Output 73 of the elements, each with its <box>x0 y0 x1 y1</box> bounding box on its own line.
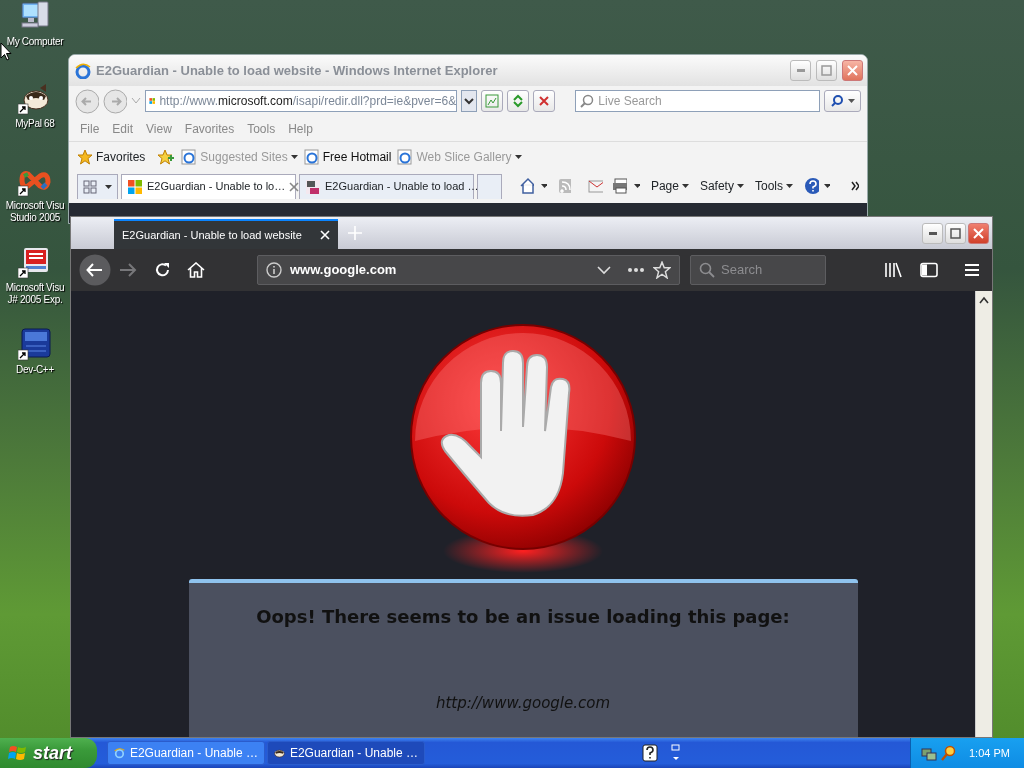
search-icon <box>699 262 715 278</box>
refresh-icon[interactable] <box>513 94 523 108</box>
info-icon[interactable] <box>266 262 282 278</box>
ide-tile-icon[interactable] <box>18 328 52 362</box>
network-icon[interactable] <box>921 745 937 761</box>
printer-icon[interactable] <box>612 178 628 194</box>
caret-icon[interactable] <box>736 184 744 188</box>
chevron-icon[interactable] <box>850 181 859 191</box>
desktop-icon-label[interactable]: MyPal 68 <box>15 118 55 130</box>
taskbar-button[interactable]: E2Guardian - Unable … <box>267 741 425 765</box>
caret-icon[interactable] <box>681 184 689 188</box>
site-favicon-icon <box>127 178 143 195</box>
more-icon[interactable] <box>627 267 645 273</box>
back-button[interactable] <box>79 254 111 286</box>
desktop-icon-label[interactable]: Dev-C++ <box>16 364 54 376</box>
sidebar-icon[interactable] <box>920 262 938 278</box>
browser-e-icon <box>75 62 91 79</box>
minimize-button[interactable] <box>922 222 943 244</box>
close-icon[interactable] <box>539 96 550 106</box>
caret-icon[interactable] <box>848 99 856 103</box>
site-favicon-icon <box>305 178 321 195</box>
search-icon[interactable] <box>830 94 845 108</box>
toolbar-menu[interactable]: Tools <box>754 177 793 195</box>
caret-icon[interactable] <box>785 184 793 188</box>
search-icon[interactable] <box>941 745 957 761</box>
close-button[interactable] <box>968 222 989 244</box>
window-title: E2Guardian - Unable to load website - Windows Internet Explorer <box>96 61 499 80</box>
home-icon[interactable] <box>519 177 535 195</box>
raccoon-icon[interactable] <box>18 82 52 116</box>
blocked-url: http://www.google.com <box>435 693 611 714</box>
add-favorite-icon[interactable] <box>157 148 176 165</box>
library-icon[interactable] <box>884 262 902 278</box>
dropdown-button[interactable] <box>461 90 477 112</box>
minimize-icon[interactable] <box>928 231 937 235</box>
desktop-icon-label[interactable]: Microsoft Visu J# 2005 Exp. <box>5 282 65 306</box>
help-icon[interactable] <box>641 744 658 762</box>
browser-tab[interactable]: E2Guardian - Unable to load website <box>114 219 338 249</box>
desktop-icon-label[interactable]: Microsoft Visu Studio 2005 <box>5 200 65 224</box>
scroll-up-icon[interactable] <box>978 295 990 305</box>
help-icon[interactable] <box>803 177 819 195</box>
favorites-link[interactable]: Free Hotmail <box>303 147 392 166</box>
caret-icon[interactable] <box>823 184 830 188</box>
search-button[interactable] <box>824 90 861 112</box>
toolbar-menu[interactable]: Safety <box>699 177 744 195</box>
scrollbar[interactable] <box>975 291 992 737</box>
start-button[interactable]: start <box>0 738 97 768</box>
refresh-button[interactable] <box>506 90 530 112</box>
forward-button[interactable] <box>119 262 137 278</box>
error-heading: Oops! There seems to be an issue loading this page: <box>256 605 790 629</box>
reload-icon[interactable] <box>155 262 171 278</box>
browser-tab[interactable]: E2Guardian - Unable to lo… <box>121 173 296 199</box>
caret-icon[interactable] <box>105 184 112 189</box>
grid-icon[interactable] <box>83 179 97 194</box>
restore-icon[interactable] <box>669 743 682 763</box>
address-field[interactable]: www.google.com <box>257 255 680 285</box>
bookmark-star-icon[interactable] <box>653 261 671 279</box>
caret-icon[interactable] <box>634 184 640 188</box>
desktop-icon-label[interactable]: My Computer <box>6 36 64 48</box>
taskbar-button[interactable]: E2Guardian - Unable … <box>107 741 265 765</box>
maximize-icon[interactable] <box>950 227 961 239</box>
star-icon[interactable] <box>77 148 93 165</box>
close-button[interactable] <box>842 60 863 81</box>
search-icon <box>580 94 595 108</box>
menu-icon[interactable] <box>964 263 980 277</box>
maximize-button[interactable] <box>945 222 966 244</box>
page-icon[interactable] <box>303 148 320 165</box>
toolbar-menu[interactable]: Page <box>650 177 689 195</box>
address-field[interactable]: http://www.microsoft.com/isapi/redir.dll?prd=ie&pver=6& <box>144 90 458 112</box>
mail-icon[interactable] <box>588 179 604 193</box>
caret-icon[interactable] <box>541 184 547 188</box>
favorites-button[interactable]: Favorites <box>77 147 146 166</box>
clock: 1:04 PM <box>969 745 1010 761</box>
stop-button[interactable] <box>533 90 556 112</box>
